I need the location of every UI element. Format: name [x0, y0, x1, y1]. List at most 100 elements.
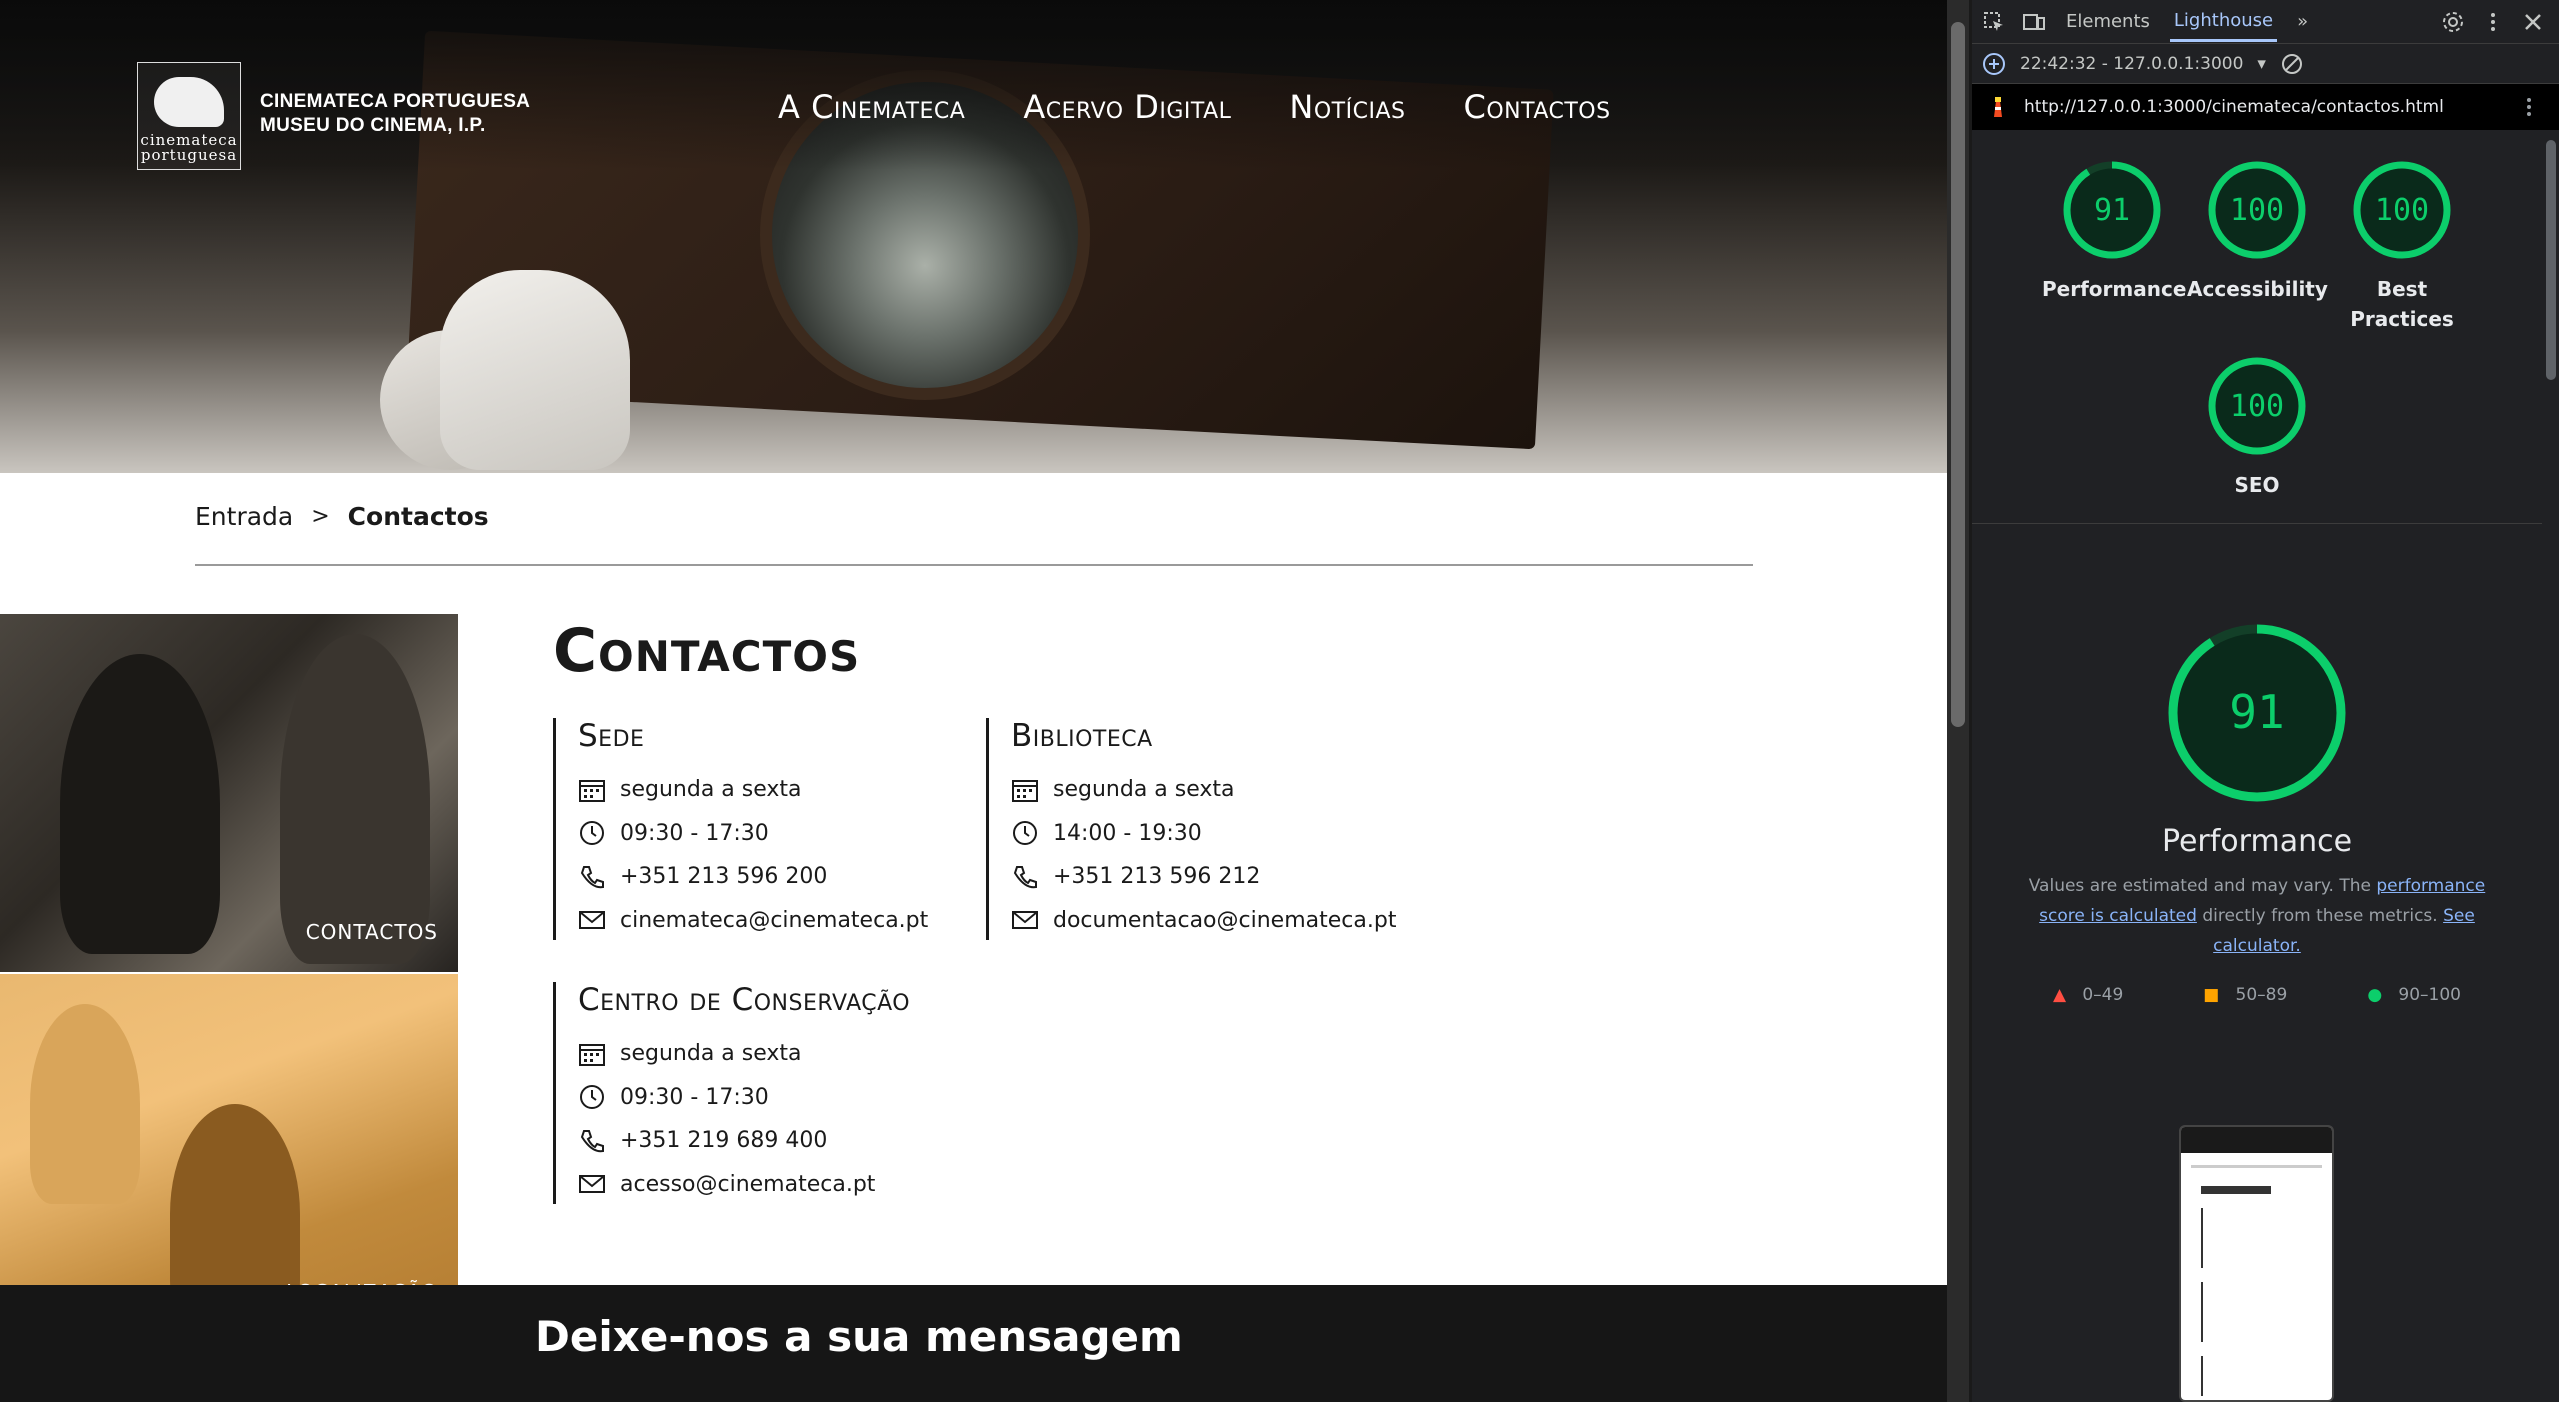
legend-fail-label: 0–49	[2082, 985, 2124, 1005]
block-title: Centro de Conservação	[578, 982, 911, 1018]
contact-email-text[interactable]: cinemateca@cinemateca.pt	[620, 908, 928, 933]
close-icon[interactable]	[2521, 10, 2545, 34]
contact-email[interactable]: cinemateca@cinemateca.pt	[578, 899, 928, 943]
breadcrumb-separator-icon: >	[311, 504, 330, 529]
phone-icon	[580, 865, 604, 888]
contact-days: segunda a sexta	[578, 1032, 910, 1076]
score-value: 100	[2230, 389, 2284, 424]
legend-average-label: 50–89	[2235, 985, 2288, 1005]
tab-elements[interactable]: Elements	[2062, 3, 2154, 40]
page-title: Contactos	[553, 616, 861, 686]
devtools-scrollbar[interactable]	[2543, 130, 2559, 1402]
brand-line-2: MUSEU DO CINEMA, I.P.	[260, 115, 486, 136]
lighthouse-toolbar: 22:42:32 - 127.0.0.1:3000 ▾	[1972, 44, 2559, 84]
hero-shade	[0, 0, 1947, 170]
page-scrollbar[interactable]	[1947, 0, 1969, 1402]
report-selector[interactable]: 22:42:32 - 127.0.0.1:3000	[2020, 54, 2243, 74]
thumbnail-header	[2181, 1127, 2332, 1153]
contact-phone-text[interactable]: +351 213 596 212	[1053, 864, 1260, 889]
score-ring: 100	[2208, 357, 2306, 455]
legend-pass-label: 90–100	[2398, 985, 2461, 1005]
phone-icon	[1013, 865, 1037, 888]
chevron-down-icon[interactable]: ▾	[2257, 54, 2266, 74]
brand-name[interactable]: CINEMATECA PORTUGUESA MUSEU DO CINEMA, I…	[260, 90, 530, 138]
score-value: 91	[2094, 193, 2130, 228]
clear-block-icon[interactable]	[2280, 52, 2304, 76]
contact-phone[interactable]: +351 213 596 212	[1011, 855, 1396, 899]
score-label: SEO	[2234, 473, 2280, 497]
thumbnail-block	[2201, 1282, 2281, 1342]
score-ring: 100	[2353, 161, 2451, 259]
main-nav: A Cinemateca Acervo Digital Notícias Con…	[778, 88, 1611, 126]
contact-phone[interactable]: +351 219 689 400	[578, 1119, 910, 1163]
gauge-best-practices[interactable]: 100 Best Practices	[2332, 158, 2472, 334]
legend-average: ■ 50–89	[2203, 985, 2287, 1005]
report-url: http://127.0.0.1:3000/cinemateca/contact…	[2024, 97, 2444, 117]
clock-icon	[580, 821, 604, 846]
thumbnail-block	[2201, 1356, 2281, 1396]
more-tabs-icon[interactable]: »	[2293, 3, 2312, 40]
contact-block-biblioteca: Biblioteca segunda a sexta 14:00 - 19:30…	[986, 718, 1396, 940]
tab-lighthouse[interactable]: Lighthouse	[2169, 2, 2278, 42]
brand-line-1: CINEMATECA PORTUGUESA	[260, 91, 531, 112]
calendar-icon	[579, 1043, 605, 1066]
gauge-seo[interactable]: 100 SEO	[2187, 354, 2327, 500]
contact-phone[interactable]: +351 213 596 200	[578, 855, 928, 899]
mail-icon	[579, 911, 605, 930]
performance-summary: 91 Performance Values are estimated and …	[1972, 620, 2542, 1005]
note-prefix: Values are estimated and may vary. The	[2028, 876, 2371, 896]
calendar-icon	[1012, 779, 1038, 802]
site-logo[interactable]: cinemateca portuguesa	[137, 62, 241, 170]
hero-banner	[0, 0, 1947, 473]
tile-contactos[interactable]: CONTACTOS	[0, 614, 458, 972]
main-score-ring: 91	[2168, 624, 2346, 802]
main-score-value: 91	[2229, 685, 2284, 739]
contact-phone-text[interactable]: +351 219 689 400	[620, 1128, 827, 1153]
score-note: Values are estimated and may vary. The p…	[2012, 871, 2502, 961]
tile-localizacao[interactable]: LOCALIZAÇÃO	[0, 974, 458, 1332]
breadcrumb-current: Contactos	[347, 502, 489, 531]
contact-hours-text: 09:30 - 17:30	[620, 1084, 769, 1110]
new-report-plus-icon[interactable]	[1982, 52, 2006, 76]
nav-noticias[interactable]: Notícias	[1289, 88, 1405, 126]
thumbnail-block	[2201, 1208, 2281, 1268]
devtools-panel: Elements Lighthouse » 22:42:32 - 127.0.0…	[1972, 0, 2559, 1402]
block-title: Biblioteca	[1011, 718, 1153, 754]
contact-email-text[interactable]: documentacao@cinemateca.pt	[1053, 908, 1396, 933]
device-toolbar-icon[interactable]	[2022, 10, 2046, 34]
note-mid: directly from these metrics.	[2202, 906, 2438, 926]
thumbnail-rule	[2191, 1165, 2322, 1168]
kebab-menu-icon[interactable]	[2481, 10, 2505, 34]
contact-email-text[interactable]: acesso@cinemateca.pt	[620, 1172, 875, 1197]
contact-email[interactable]: acesso@cinemateca.pt	[578, 1163, 910, 1207]
report-url-bar: http://127.0.0.1:3000/cinemateca/contact…	[1972, 84, 2559, 130]
nav-a-cinemateca[interactable]: A Cinemateca	[778, 88, 965, 126]
inspect-element-icon[interactable]	[1982, 10, 2006, 34]
score-gauges: 91 Performance 100 Accessibility 100 Bes…	[1972, 152, 2542, 524]
logo-text: cinemateca portuguesa	[140, 131, 238, 164]
triangle-icon: ▲	[2053, 985, 2067, 1005]
gauge-performance[interactable]: 91 Performance	[2042, 158, 2186, 304]
contact-phone-text[interactable]: +351 213 596 200	[620, 864, 827, 889]
contact-days-text: segunda a sexta	[1053, 777, 1235, 803]
contact-block-conservacao: Centro de Conservação segunda a sexta 09…	[553, 982, 910, 1204]
contact-hours: 09:30 - 17:30	[578, 812, 928, 856]
breadcrumb-home[interactable]: Entrada	[195, 502, 293, 531]
circle-icon: ●	[2367, 985, 2383, 1005]
score-label: Accessibility	[2187, 277, 2328, 301]
gauge-accessibility[interactable]: 100 Accessibility	[2187, 158, 2328, 304]
score-value: 100	[2230, 193, 2284, 228]
score-ring: 91	[2063, 161, 2161, 259]
nav-acervo-digital[interactable]: Acervo Digital	[1023, 88, 1231, 126]
settings-gear-icon[interactable]	[2441, 10, 2465, 34]
breadcrumb: Entrada > Contactos	[195, 502, 489, 531]
page-scrollbar-thumb[interactable]	[1951, 22, 1965, 727]
page-screenshot-thumbnail[interactable]	[2179, 1125, 2334, 1402]
contact-hours: 09:30 - 17:30	[578, 1076, 910, 1120]
contact-email[interactable]: documentacao@cinemateca.pt	[1011, 899, 1396, 943]
score-label: Best Practices	[2350, 277, 2454, 331]
nav-contactos[interactable]: Contactos	[1463, 88, 1610, 126]
legend-fail: ▲ 0–49	[2053, 985, 2123, 1005]
kebab-menu-icon[interactable]	[2517, 95, 2541, 119]
devtools-scrollbar-thumb[interactable]	[2546, 140, 2556, 380]
